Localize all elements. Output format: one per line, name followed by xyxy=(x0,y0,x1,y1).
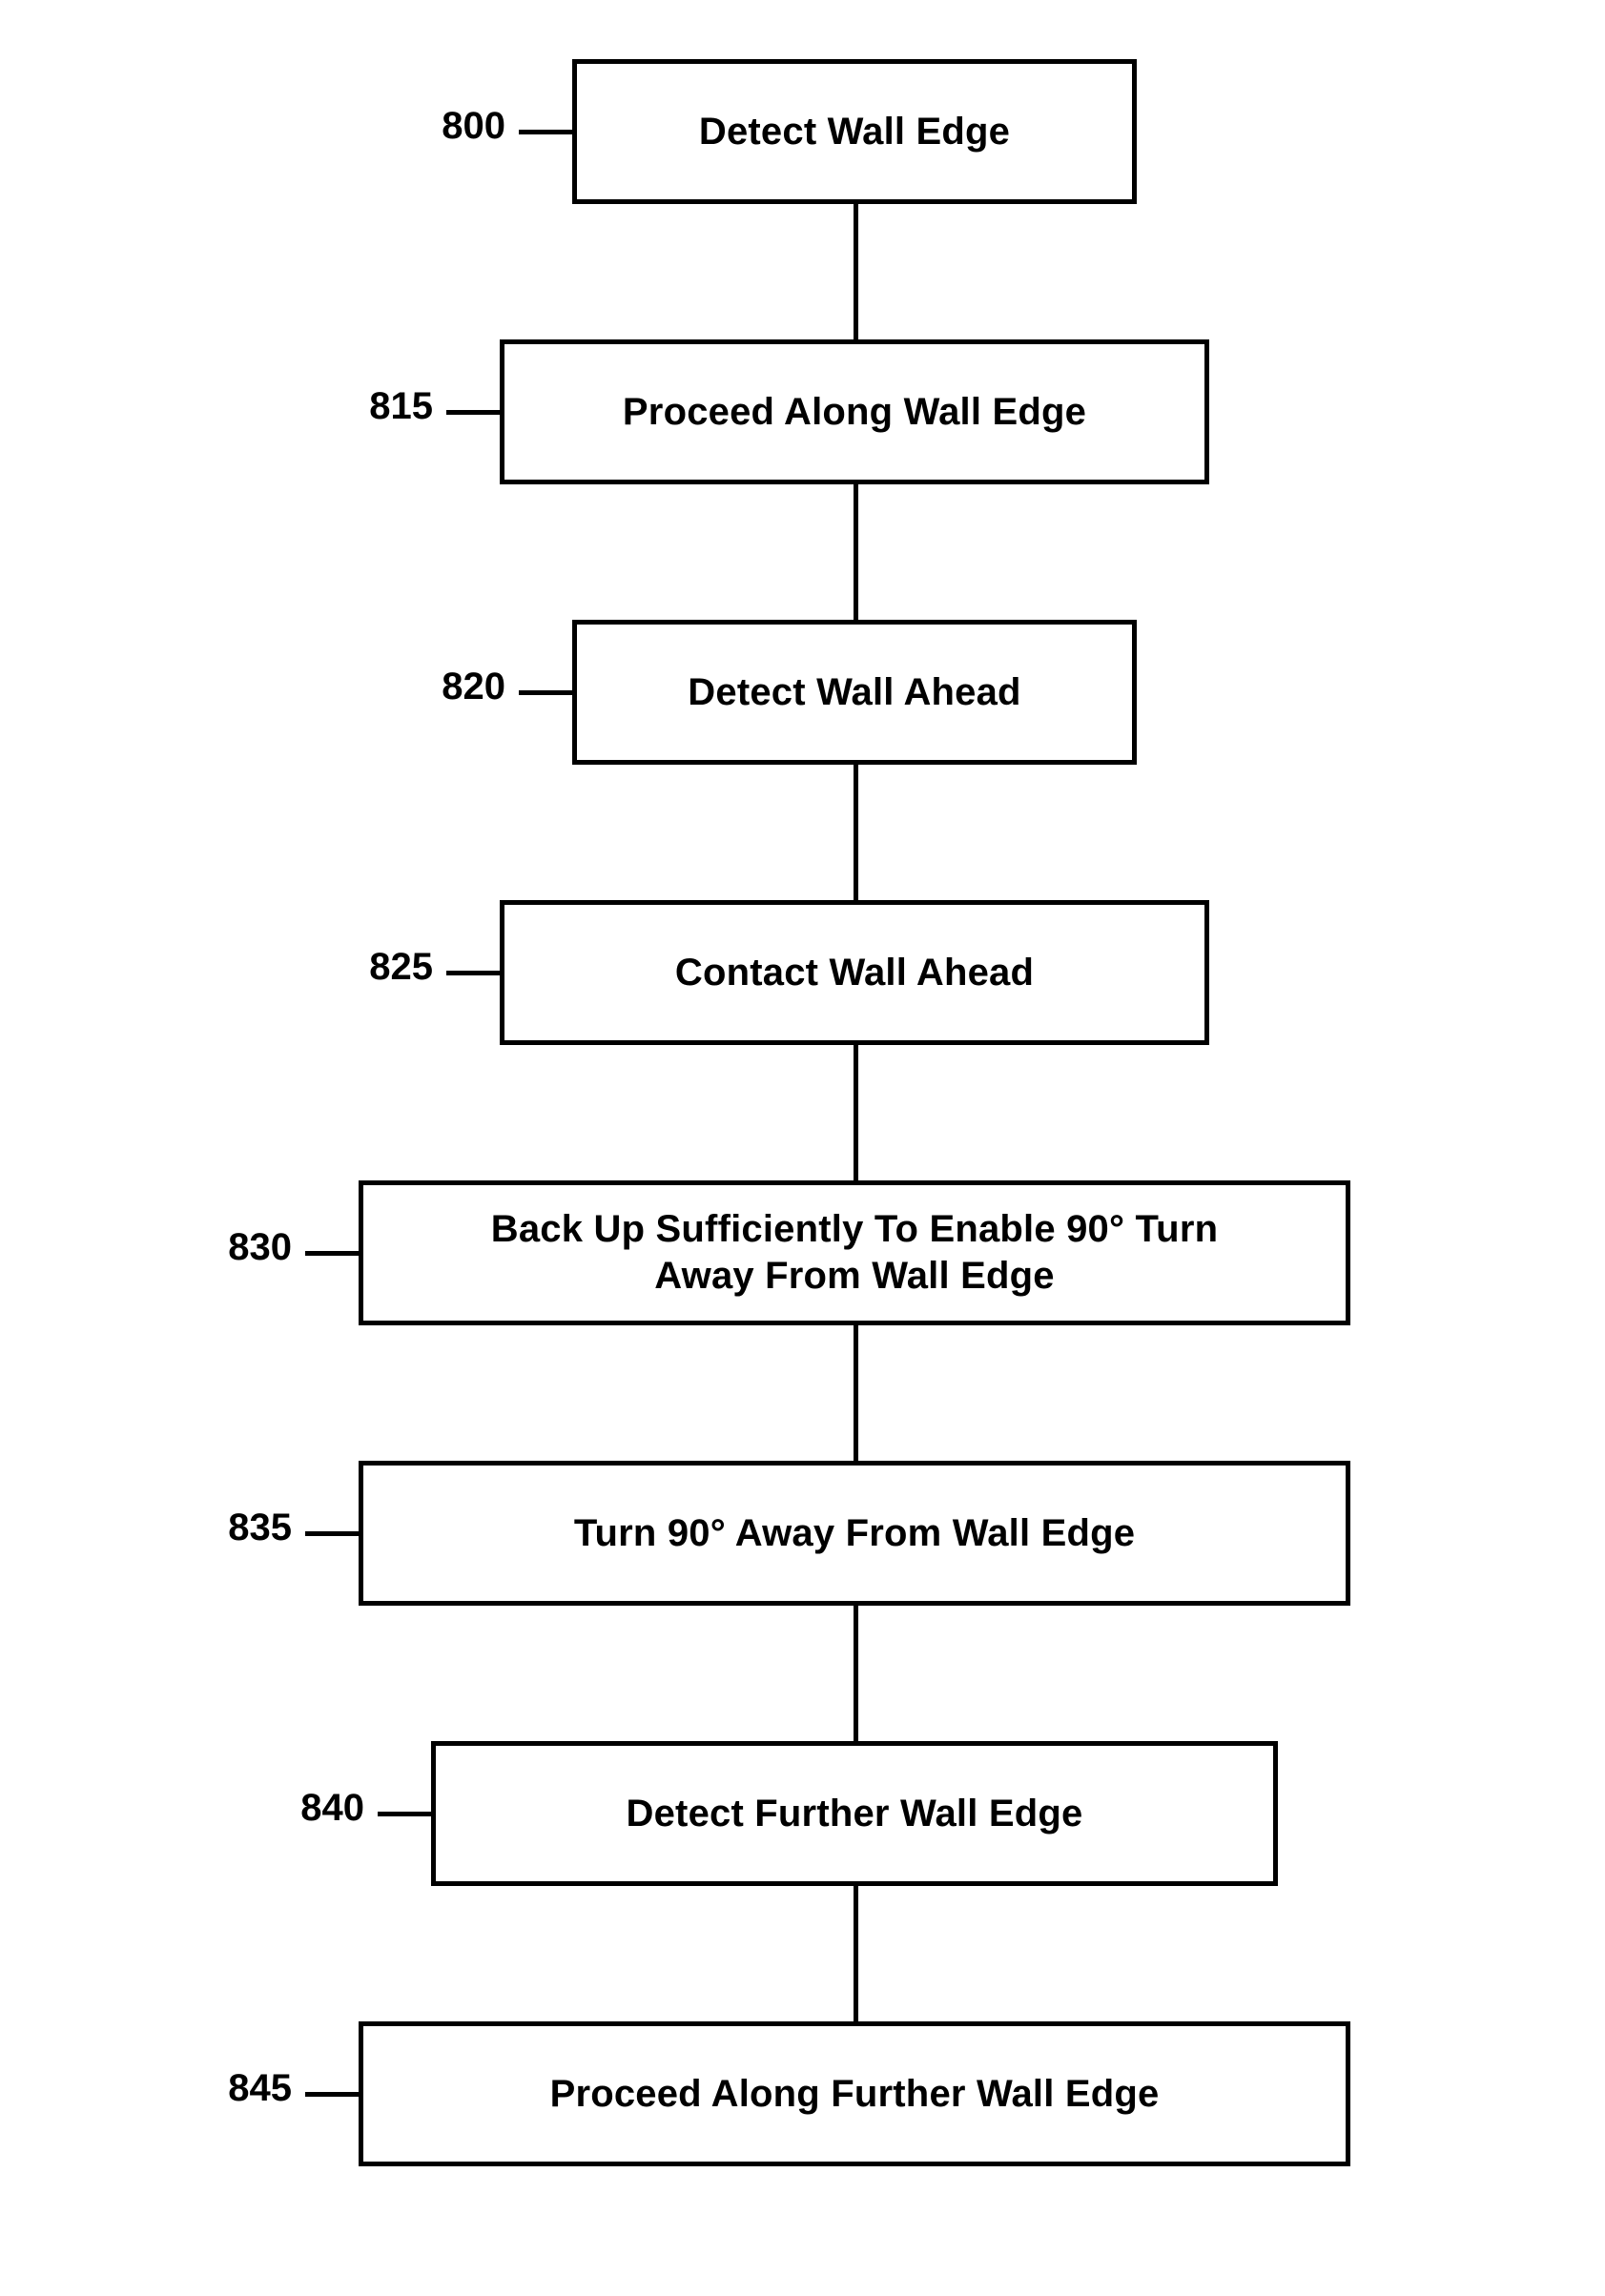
leader-line-825 xyxy=(446,971,500,975)
process-box-label: Back Up Sufficiently To Enable 90° Turn … xyxy=(490,1208,1219,1297)
process-box-label: Contact Wall Ahead xyxy=(674,951,1035,994)
reference-numeral-815: 815 xyxy=(369,385,433,427)
reference-numeral-845: 845 xyxy=(228,2067,292,2109)
leader-line-830 xyxy=(305,1251,359,1256)
leader-line-835 xyxy=(305,1531,359,1536)
leader-line-815 xyxy=(446,410,500,415)
leader-line-840 xyxy=(378,1812,431,1816)
reference-numeral-820: 820 xyxy=(442,666,505,707)
leader-line-845 xyxy=(305,2092,359,2097)
process-box-820: Detect Wall Ahead xyxy=(572,620,1137,765)
process-box-label: Proceed Along Further Wall Edge xyxy=(549,2072,1160,2115)
reference-numeral-830: 830 xyxy=(228,1226,292,1268)
leader-line-820 xyxy=(519,690,572,695)
connector-835-to-840 xyxy=(854,1604,858,1743)
connector-830-to-835 xyxy=(854,1323,858,1463)
reference-numeral-840: 840 xyxy=(300,1787,364,1829)
process-box-815: Proceed Along Wall Edge xyxy=(500,339,1209,484)
reference-numeral-835: 835 xyxy=(228,1507,292,1548)
process-box-835: Turn 90° Away From Wall Edge xyxy=(359,1461,1350,1606)
process-box-845: Proceed Along Further Wall Edge xyxy=(359,2021,1350,2166)
reference-numeral-825: 825 xyxy=(369,946,433,988)
connector-800-to-815 xyxy=(854,202,858,341)
connector-840-to-845 xyxy=(854,1884,858,2023)
process-box-label: Detect Wall Edge xyxy=(698,110,1011,153)
process-box-label: Proceed Along Wall Edge xyxy=(622,390,1087,433)
connector-820-to-825 xyxy=(854,763,858,902)
process-box-840: Detect Further Wall Edge xyxy=(431,1741,1278,1886)
process-box-800: Detect Wall Edge xyxy=(572,59,1137,204)
process-box-830: Back Up Sufficiently To Enable 90° Turn … xyxy=(359,1180,1350,1325)
flowchart-canvas: Detect Wall Edge 800 Proceed Along Wall Ed… xyxy=(0,0,1605,2296)
reference-numeral-800: 800 xyxy=(442,105,505,147)
connector-825-to-830 xyxy=(854,1043,858,1182)
process-box-label: Detect Wall Ahead xyxy=(688,670,1021,713)
process-box-label: Turn 90° Away From Wall Edge xyxy=(573,1511,1136,1554)
process-box-825: Contact Wall Ahead xyxy=(500,900,1209,1045)
leader-line-800 xyxy=(519,130,572,134)
connector-815-to-820 xyxy=(854,482,858,622)
process-box-label: Detect Further Wall Edge xyxy=(626,1792,1083,1835)
